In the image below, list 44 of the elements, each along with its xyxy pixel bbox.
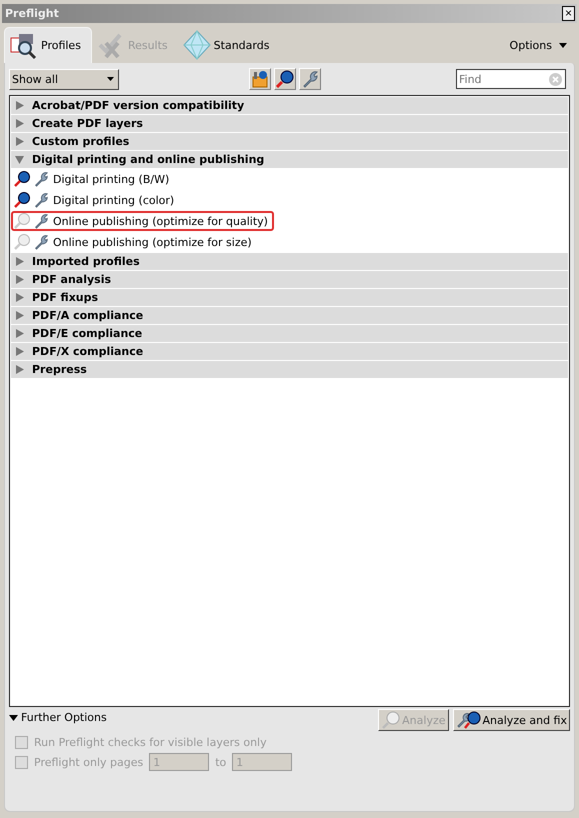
tab[interactable]: Standards — [178, 27, 280, 63]
caret-icon — [559, 43, 567, 48]
group-row[interactable]: Acrobat/PDF version compatibility — [11, 97, 568, 114]
diamond-icon — [182, 30, 212, 60]
expanded-triangle-icon — [9, 714, 18, 720]
analyze-and-fix-button[interactable]: Analyze and fix — [452, 709, 570, 731]
caret-icon — [107, 77, 114, 81]
expanded-triangle-icon — [15, 155, 24, 164]
wrench-icon — [33, 213, 49, 229]
toolbar-button[interactable] — [274, 68, 296, 90]
wrench-icon — [33, 192, 49, 208]
group-row[interactable]: PDF/A compliance — [11, 307, 568, 324]
profile-row[interactable]: Online publishing (optimize for quality) — [11, 211, 274, 231]
tab[interactable]: Profiles — [4, 27, 92, 63]
group-row[interactable]: Create PDF layers — [11, 115, 568, 132]
profile-row[interactable]: Digital printing (B/W) — [11, 169, 176, 189]
checkbox-label: Run Preflight checks for visible layers only — [34, 736, 267, 748]
profile-row[interactable]: Online publishing (optimize for size) — [11, 232, 258, 252]
group-row[interactable]: Digital printing and online publishing — [11, 151, 568, 168]
group-row[interactable]: Prepress — [11, 361, 568, 378]
toolbar-button[interactable] — [249, 68, 271, 90]
group-row[interactable]: PDF analysis — [11, 271, 568, 288]
wrench-icon — [33, 234, 49, 250]
options-menu[interactable]: Options — [504, 38, 573, 53]
wrench-icon — [33, 171, 49, 187]
magnifier-document-icon — [9, 32, 39, 60]
group-row[interactable]: PDF/X compliance — [11, 343, 568, 360]
further-options-toggle[interactable]: Further Options — [9, 709, 107, 726]
checkbox-label: Preflight only pages — [34, 756, 144, 768]
group-row[interactable]: Imported profiles — [11, 253, 568, 270]
group-row[interactable]: PDF/E compliance — [11, 325, 568, 342]
filter-dropdown[interactable]: Show all — [9, 68, 119, 90]
search-field[interactable]: Find — [456, 69, 566, 89]
wrench-magnifier-icon — [456, 711, 482, 729]
close-button[interactable]: × — [562, 6, 575, 21]
range-separator: to — [215, 756, 226, 768]
magnifier-p-icon — [276, 70, 294, 88]
wrench-icon — [301, 70, 319, 88]
group-row[interactable]: Custom profiles — [11, 133, 568, 150]
profile-row[interactable]: Digital printing (color) — [11, 190, 180, 210]
group-row[interactable]: PDF fixups — [11, 289, 568, 306]
magnifier-p-icon — [381, 711, 402, 729]
clear-icon — [549, 73, 562, 86]
window-title: Preflight — [5, 7, 59, 20]
